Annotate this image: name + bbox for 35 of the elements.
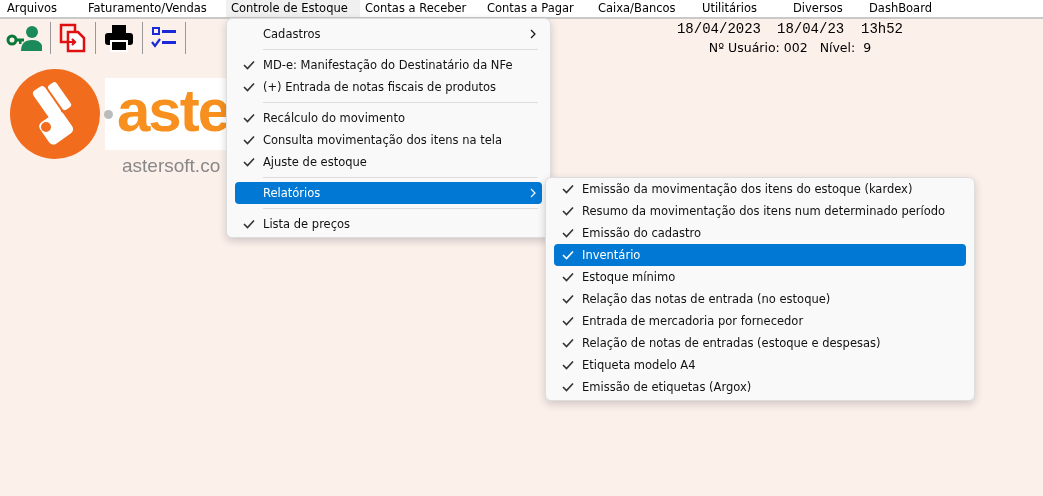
menu-item[interactable]: Etiqueta modelo A4: [554, 354, 966, 376]
menu-item[interactable]: Consulta movimentação dos itens na tela: [235, 129, 542, 151]
menu-item[interactable]: Inventário: [554, 244, 966, 266]
menu-item[interactable]: Relação de notas de entradas (estoque e despesas): [554, 332, 966, 354]
menu-item[interactable]: Relação das notas de entrada (no estoque): [554, 288, 966, 310]
menu-bar-item[interactable]: Contas a Receber: [360, 0, 482, 17]
menu-item[interactable]: (+) Entrada de notas fiscais de produtos: [235, 76, 542, 98]
menu-item[interactable]: MD-e: Manifestação do Destinatário da NFe: [235, 54, 542, 76]
logo-icon: [10, 69, 100, 159]
menu-item[interactable]: Ajuste de estoque: [235, 151, 542, 173]
menu-bar-item[interactable]: Faturamento/Vendas: [83, 0, 226, 17]
menu-item[interactable]: Emissão de etiquetas (Argox): [554, 376, 966, 398]
user-number: Nº Usuário: 002: [708, 40, 808, 55]
menu-item[interactable]: Resumo da movimentação dos itens num determinado período: [554, 200, 966, 222]
menu-bar-item[interactable]: Caixa/Bancos: [593, 0, 697, 17]
menu-item[interactable]: Relatórios: [235, 182, 542, 204]
website-text: astersoft.co: [122, 155, 221, 177]
menu-item[interactable]: Lista de preços: [235, 213, 542, 235]
menu-item[interactable]: Cadastros: [235, 23, 542, 45]
menu-item[interactable]: Recálculo do movimento: [235, 107, 542, 129]
user-level: Nível: 9: [819, 40, 872, 55]
menu-bar-item[interactable]: Arquivos: [2, 0, 83, 17]
menu-item[interactable]: Emissão do cadastro: [554, 222, 966, 244]
menu-bar-item[interactable]: Diversos: [788, 0, 864, 17]
menu-item[interactable]: Emissão da movimentação dos itens do estoque (kardex): [554, 178, 966, 200]
menu-bar-item[interactable]: Controle de Estoque: [226, 0, 360, 17]
menu-bar-item[interactable]: Utilitários: [697, 0, 788, 17]
datetime-text: 18/04/23 13h52: [777, 21, 903, 37]
date-text: 18/04/2023: [676, 21, 761, 37]
logo-dot: [104, 109, 113, 119]
menu-bar-item[interactable]: DashBoard: [864, 0, 937, 17]
menu-bar-item[interactable]: Contas a Pagar: [482, 0, 593, 17]
menu-item[interactable]: Entrada de mercadoria por fornecedor: [554, 310, 966, 332]
menu-item[interactable]: Estoque mínimo: [554, 266, 966, 288]
logo-wordmark: aste: [117, 83, 230, 145]
